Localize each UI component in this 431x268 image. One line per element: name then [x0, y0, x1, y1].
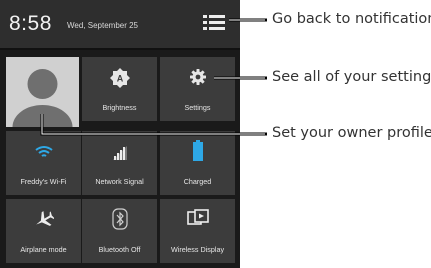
owner-profile-callout: Set your owner profile.	[272, 125, 431, 141]
owner-callout-line	[40, 114, 267, 136]
settings-callout: See all of your settings.	[272, 69, 431, 85]
notifications-callout: Go back to notifications.	[272, 11, 431, 27]
